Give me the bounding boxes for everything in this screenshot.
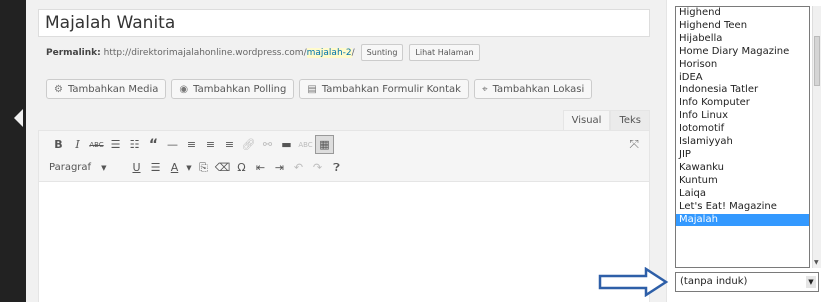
annotation-arrow-icon [598, 267, 669, 297]
permalink-row: Permalink: http://direktorimajalahonline… [46, 44, 480, 61]
italic-icon[interactable]: I [68, 135, 87, 154]
permalink-end: / [351, 47, 355, 58]
indent-icon[interactable]: ⇥ [270, 158, 289, 177]
view-page-button[interactable]: Lihat Halaman [409, 44, 480, 61]
dropdown-option[interactable]: Home Diary Magazine [676, 46, 809, 59]
parent-page-dropdown-list[interactable]: Highend Highend Teen Hijabella Home Diary M… [675, 6, 810, 268]
justify-icon[interactable]: ☰ [146, 158, 165, 177]
add-media-label: Tambahkan Media [67, 83, 159, 95]
chevron-down-icon: ▼ [101, 163, 107, 172]
scroll-thumb[interactable] [814, 36, 820, 86]
toolbar-row-1: B I ABC ☰ ☷ “ — ≡ ≡ ≡ 🔗︎ ⚯ ▬ ABC ▦ [49, 135, 334, 154]
toolbar-toggle-icon[interactable]: ▦ [315, 135, 334, 154]
dropdown-option[interactable]: Horison [676, 59, 809, 72]
insert-link-icon[interactable]: 🔗︎ [239, 135, 258, 154]
parent-page-select[interactable]: (tanpa induk) ▼ [675, 272, 819, 292]
select-chevron-icon: ▼ [806, 276, 816, 288]
clear-formatting-icon[interactable]: ⌫ [213, 158, 232, 177]
add-poll-label: Tambahkan Polling [193, 83, 287, 95]
scroll-down-arrow-icon[interactable]: ▼ [814, 259, 819, 266]
permalink-label: Permalink: [46, 47, 101, 58]
undo-icon[interactable]: ↶ [289, 158, 308, 177]
dropdown-option[interactable]: Hijabella [676, 33, 809, 46]
parent-page-value: (tanpa induk) [680, 276, 748, 287]
tab-text[interactable]: Teks [610, 110, 650, 130]
dropdown-option[interactable]: Iotomotif [676, 123, 809, 136]
align-right-icon[interactable]: ≡ [220, 135, 239, 154]
dropdown-option[interactable]: Kuntum [676, 175, 809, 188]
admin-sidebar [0, 0, 26, 302]
form-icon: ▤ [307, 83, 317, 95]
dropdown-option[interactable]: iDEA [676, 72, 809, 85]
align-center-icon[interactable]: ≡ [201, 135, 220, 154]
dropdown-option[interactable]: Highend Teen [676, 20, 809, 33]
horizontal-line-icon[interactable]: — [163, 135, 182, 154]
editor-tabs: Visual Teks [562, 110, 650, 130]
bold-icon[interactable]: B [49, 135, 68, 154]
remove-link-icon[interactable]: ⚯ [258, 135, 277, 154]
dropdown-option[interactable]: Let's Eat! Magazine [676, 201, 809, 214]
add-contact-form-label: Tambahkan Formulir Kontak [321, 83, 461, 95]
dropdown-option[interactable]: Majalah [676, 213, 809, 227]
spellcheck-icon[interactable]: ABC [296, 135, 315, 154]
media-buttons: ⚙ Tambahkan Media ◉ Tambahkan Polling ▤ Tam… [46, 79, 593, 99]
outdent-icon[interactable]: ⇤ [251, 158, 270, 177]
fullscreen-expand-icon[interactable]: ⤧ [629, 137, 639, 152]
add-location-label: Tambahkan Lokasi [492, 83, 585, 95]
dropdown-option[interactable]: JIP [676, 149, 809, 162]
post-title-input[interactable]: Majalah Wanita [38, 9, 650, 37]
text-color-chevron-icon[interactable]: ▼ [184, 158, 194, 177]
add-contact-form-button[interactable]: ▤ Tambahkan Formulir Kontak [299, 79, 469, 99]
poll-icon: ◉ [179, 83, 189, 95]
bullet-list-icon[interactable]: ☰ [106, 135, 125, 154]
permalink-base: http://direktorimajalahonline.wordpress.… [103, 47, 307, 58]
add-media-button[interactable]: ⚙ Tambahkan Media [46, 79, 167, 99]
help-icon[interactable]: ❓︎ [327, 158, 346, 177]
numbered-list-icon[interactable]: ☷ [125, 135, 144, 154]
paste-text-icon[interactable]: ⎘ [194, 158, 213, 177]
add-location-button[interactable]: ⌖ Tambahkan Lokasi [473, 79, 593, 99]
dropdown-option[interactable]: Info Komputer [676, 97, 809, 110]
dropdown-option[interactable]: Kawanku [676, 162, 809, 175]
blockquote-icon[interactable]: “ [144, 135, 163, 154]
dropdown-option[interactable]: Indonesia Tatler [676, 84, 809, 97]
align-left-icon[interactable]: ≡ [182, 135, 201, 154]
redo-icon[interactable]: ↷ [308, 158, 327, 177]
special-character-icon[interactable]: Ω [232, 158, 251, 177]
dropdown-option[interactable]: Info Linux [676, 110, 809, 123]
paragraph-format-label: Paragraf [49, 162, 92, 173]
edit-permalink-button[interactable]: Sunting [360, 44, 404, 61]
editor-toolbar: B I ABC ☰ ☷ “ — ≡ ≡ ≡ 🔗︎ ⚯ ▬ ABC ▦ Parag… [38, 130, 650, 182]
strikethrough-icon[interactable]: ABC [87, 135, 106, 154]
paragraph-format-select[interactable]: Paragraf ▼ [49, 158, 127, 177]
underline-icon[interactable]: U [127, 158, 146, 177]
insert-more-icon[interactable]: ▬ [277, 135, 296, 154]
location-icon: ⌖ [481, 83, 488, 95]
add-poll-button[interactable]: ◉ Tambahkan Polling [171, 79, 295, 99]
media-icon: ⚙ [54, 83, 63, 95]
dropdown-option[interactable]: Islamiyyah [676, 136, 809, 149]
dropdown-option[interactable]: Laiqa [676, 188, 809, 201]
tab-visual[interactable]: Visual [562, 110, 611, 130]
current-menu-arrow-icon [14, 109, 23, 127]
toolbar-row-2: Paragraf ▼ U ☰ A ▼ ⎘ ⌫ Ω ⇤ ⇥ ↶ ↷ ❓︎ [49, 158, 346, 177]
dropdown-scrollbar[interactable]: ▼ [812, 6, 821, 268]
permalink-slug[interactable]: majalah-2 [306, 47, 352, 58]
dropdown-option[interactable]: Highend [676, 7, 809, 20]
text-color-icon[interactable]: A [165, 158, 184, 177]
